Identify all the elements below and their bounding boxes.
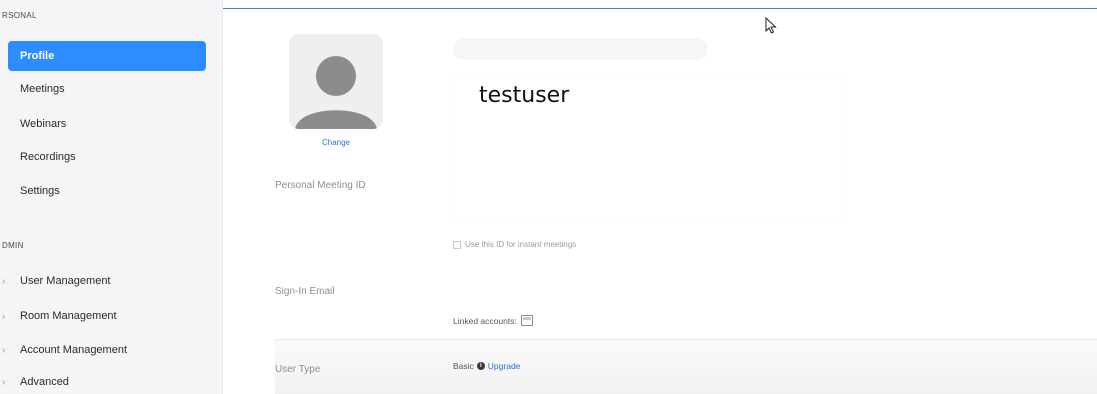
expand-arrow-icon: › xyxy=(2,310,6,322)
info-icon[interactable]: i xyxy=(476,362,485,370)
sidebar-item-account-management[interactable]: › Account Management xyxy=(2,335,206,365)
sidebar-item-webinars[interactable]: Webinars xyxy=(8,109,206,139)
user-type-value: Basic i Upgrade xyxy=(453,361,520,371)
user-type-row xyxy=(275,340,1097,394)
sidebar-item-settings[interactable]: Settings xyxy=(8,176,206,206)
use-id-label: Use this ID for instant meetings xyxy=(465,240,577,249)
upgrade-link[interactable]: Upgrade xyxy=(488,361,521,371)
sign-in-email-label: Sign-In Email xyxy=(275,286,335,297)
top-border-line xyxy=(223,8,1097,9)
expand-arrow-icon: › xyxy=(2,275,6,287)
sidebar-item-user-management[interactable]: › User Management xyxy=(2,266,206,296)
sidebar-item-label: Recordings xyxy=(20,151,76,163)
sidebar-item-label: Settings xyxy=(20,185,60,197)
use-id-checkbox[interactable] xyxy=(453,240,461,249)
change-avatar-link[interactable]: Change xyxy=(289,138,383,147)
default-user-icon xyxy=(295,56,377,129)
admin-section-label: DMIN xyxy=(2,241,24,250)
sidebar-item-label: Advanced xyxy=(20,376,69,388)
sidebar-item-room-management[interactable]: › Room Management xyxy=(2,301,206,331)
zoom-profile-page: RSONAL Profile Meetings Webinars Recordi… xyxy=(0,0,1097,394)
name-panel: testuser xyxy=(455,73,840,223)
username: testuser xyxy=(479,83,570,108)
linked-accounts-label: Linked accounts: xyxy=(453,315,517,326)
use-id-option[interactable]: Use this ID for instant meetings xyxy=(453,240,576,249)
expand-arrow-icon: › xyxy=(2,376,6,388)
sidebar-item-label: Room Management xyxy=(20,310,117,322)
sidebar-item-meetings[interactable]: Meetings xyxy=(8,74,206,104)
expand-arrow-icon: › xyxy=(2,344,6,356)
redacted-email xyxy=(388,256,776,304)
linked-accounts: Linked accounts: xyxy=(453,315,533,326)
sidebar-item-label: User Management xyxy=(20,275,111,287)
linked-account-icon[interactable] xyxy=(520,315,533,326)
sidebar-item-label: Profile xyxy=(20,50,55,62)
sidebar-item-profile[interactable]: Profile xyxy=(8,41,206,71)
mouse-cursor-icon xyxy=(765,17,777,34)
sidebar-item-advanced[interactable]: › Advanced xyxy=(2,367,206,394)
sidebar-item-label: Webinars xyxy=(20,118,67,130)
avatar[interactable] xyxy=(289,34,383,129)
sidebar-item-recordings[interactable]: Recordings xyxy=(8,142,206,172)
user-type-basic: Basic xyxy=(453,361,474,371)
sidebar-item-label: Meetings xyxy=(20,83,65,95)
profile-main: Change testuser Personal Meeting ID Use … xyxy=(223,0,1097,394)
redacted-field xyxy=(453,38,708,60)
sidebar-item-label: Account Management xyxy=(20,344,128,356)
sidebar: RSONAL Profile Meetings Webinars Recordi… xyxy=(0,0,223,394)
user-type-label: User Type xyxy=(275,364,321,375)
personal-meeting-id-label: Personal Meeting ID xyxy=(275,180,366,191)
personal-section-label: RSONAL xyxy=(2,11,37,20)
